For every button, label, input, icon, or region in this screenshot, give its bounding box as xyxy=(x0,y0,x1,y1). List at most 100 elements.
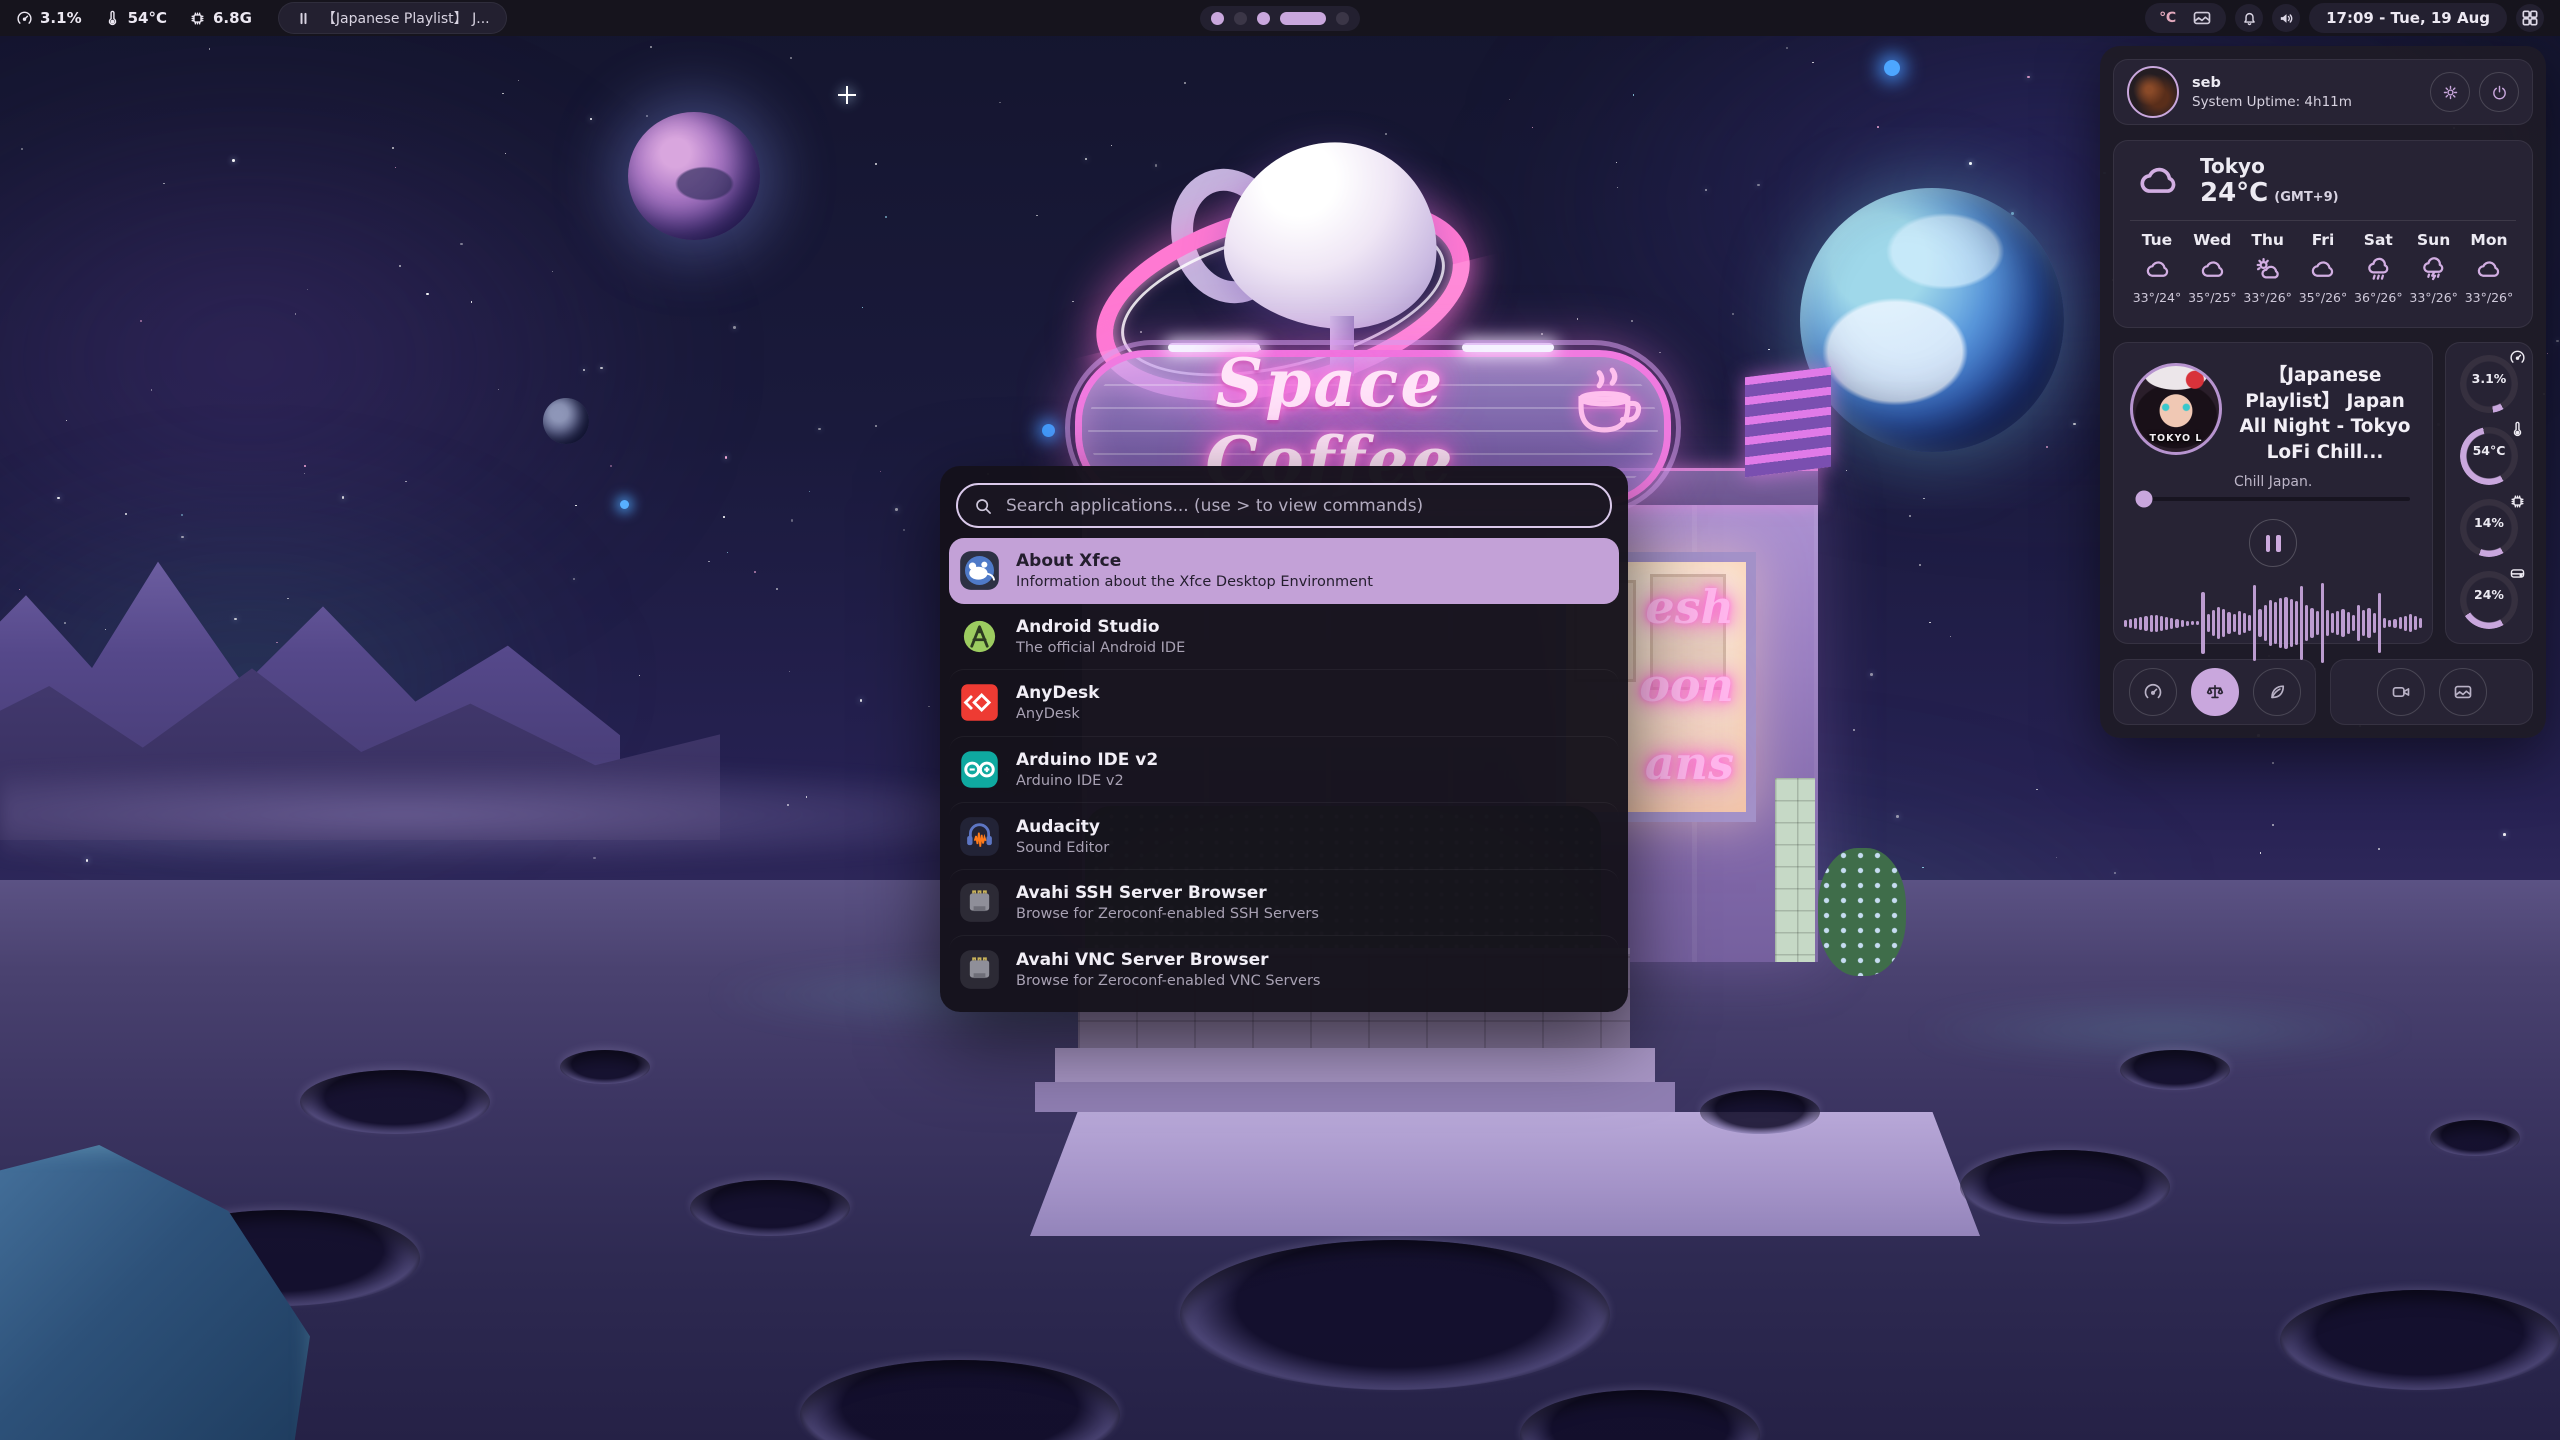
forecast-day-label: Thu xyxy=(2251,231,2284,249)
star xyxy=(405,481,406,482)
cloud-icon xyxy=(2475,256,2502,283)
track-progress-bar[interactable] xyxy=(2136,497,2410,501)
waveform-bar xyxy=(2186,621,2189,626)
picture-icon xyxy=(2453,682,2473,702)
rain-icon xyxy=(2365,256,2392,283)
star xyxy=(140,320,142,322)
star xyxy=(1385,133,1387,135)
app-row[interactable]: Avahi VNC Server Browser Browse for Zero… xyxy=(949,935,1619,1002)
progress-knob[interactable] xyxy=(2136,491,2153,508)
leaf-icon xyxy=(2267,682,2287,702)
storm-icon xyxy=(2420,256,2447,283)
screen-record-button[interactable] xyxy=(2377,668,2425,716)
star xyxy=(1541,333,1543,335)
system-stat: 3.1% xyxy=(16,9,82,27)
star xyxy=(1768,349,1769,350)
music-player-card: TOKYO L 【Japanese Playlist】 Japan All Ni… xyxy=(2113,342,2433,644)
system-stat: 54°C xyxy=(104,9,167,27)
sign-light xyxy=(1462,343,1554,352)
app-grid-button[interactable] xyxy=(2516,4,2544,32)
system-gauge: 24% xyxy=(2446,565,2532,637)
forecast-day: Fri 35°/26° xyxy=(2296,231,2350,305)
app-text: Arduino IDE v2 Arduino IDE v2 xyxy=(1016,750,1158,789)
star xyxy=(392,147,394,149)
waveform-bar xyxy=(2419,618,2422,628)
workspace-dot[interactable] xyxy=(1234,12,1247,25)
now-playing-pill[interactable]: 【Japanese Playlist】 J... xyxy=(278,2,507,34)
screenshot-button[interactable] xyxy=(2439,668,2487,716)
star xyxy=(1950,636,1951,637)
forecast-temps: 35°/26° xyxy=(2299,290,2348,305)
search-input[interactable] xyxy=(956,483,1612,528)
star xyxy=(573,578,576,581)
app-description: AnyDesk xyxy=(1016,706,1099,722)
performance-profile-button[interactable] xyxy=(2129,668,2177,716)
star xyxy=(234,618,237,621)
clock[interactable]: 17:09 - Tue, 19 Aug xyxy=(2309,3,2507,33)
tray-app-icon[interactable]: ℃ xyxy=(2159,10,2176,26)
waveform-bar xyxy=(2357,605,2360,641)
star xyxy=(1929,622,1930,623)
pause-button[interactable] xyxy=(2249,519,2297,567)
app-description: Browse for Zeroconf-enabled SSH Servers xyxy=(1016,906,1319,922)
app-row[interactable]: Audacity Sound Editor xyxy=(949,802,1619,869)
settings-button[interactable] xyxy=(2430,72,2470,112)
balanced-profile-button[interactable] xyxy=(2191,668,2239,716)
waveform-bar xyxy=(2367,608,2370,638)
app-description: Information about the Xfce Desktop Envir… xyxy=(1016,574,1373,590)
powersave-profile-button[interactable] xyxy=(2253,668,2301,716)
app-text: Avahi VNC Server Browser Browse for Zero… xyxy=(1016,950,1320,989)
star xyxy=(1111,145,1112,146)
app-title: About Xfce xyxy=(1016,551,1373,571)
star xyxy=(1919,564,1921,566)
app-row[interactable]: AnyDesk AnyDesk xyxy=(949,669,1619,736)
workspace-dot[interactable] xyxy=(1211,12,1224,25)
volume-button[interactable] xyxy=(2272,4,2300,32)
star xyxy=(1786,47,1788,49)
forecast-day-label: Mon xyxy=(2470,231,2507,249)
purple-planet xyxy=(628,112,760,240)
power-button[interactable] xyxy=(2479,72,2519,112)
star xyxy=(57,497,59,499)
waveform-bar xyxy=(2212,610,2215,636)
waveform-bar xyxy=(2196,621,2199,625)
track-artist: Chill Japan. xyxy=(2234,474,2416,490)
star xyxy=(1732,313,1734,315)
app-row[interactable]: Android Studio The official Android IDE xyxy=(949,604,1619,670)
xfce-app-icon xyxy=(958,549,1001,592)
cloud-icon xyxy=(2130,159,2186,203)
star xyxy=(105,629,106,630)
notifications-button[interactable] xyxy=(2235,4,2263,32)
star xyxy=(2260,852,2261,853)
gauge-icon xyxy=(2509,349,2526,366)
waveform-bar xyxy=(2124,620,2127,627)
star xyxy=(2036,789,2037,790)
star xyxy=(639,675,640,676)
forecast-day: Thu 33°/26° xyxy=(2241,231,2295,305)
star xyxy=(862,307,863,308)
app-row[interactable]: Avahi SSH Server Browser Browse for Zero… xyxy=(949,869,1619,936)
bright-star xyxy=(620,500,629,509)
star xyxy=(860,699,862,701)
star xyxy=(903,529,905,531)
star xyxy=(2378,848,2380,850)
star xyxy=(790,57,792,59)
wallpaper-icon[interactable] xyxy=(2192,8,2212,28)
gauge-value: 3.1% xyxy=(2472,371,2507,386)
star xyxy=(590,118,592,120)
shop-step xyxy=(1035,1082,1675,1112)
app-row[interactable]: About Xfce Information about the Xfce De… xyxy=(949,538,1619,604)
workspace-dot[interactable] xyxy=(1336,12,1349,25)
app-text: Avahi SSH Server Browser Browse for Zero… xyxy=(1016,883,1319,922)
star xyxy=(342,496,345,499)
panel-buttons-row xyxy=(2113,659,2533,725)
user-buttons xyxy=(2430,72,2519,112)
forecast-temps: 33°/26° xyxy=(2465,290,2514,305)
workspace-dot[interactable] xyxy=(1280,12,1326,25)
workspace-dot[interactable] xyxy=(1257,12,1270,25)
star xyxy=(295,313,297,315)
waveform-bar xyxy=(2274,602,2277,644)
system-gauge: 14% xyxy=(2446,493,2532,565)
star xyxy=(875,425,877,427)
app-row[interactable]: Arduino IDE v2 Arduino IDE v2 xyxy=(949,736,1619,803)
